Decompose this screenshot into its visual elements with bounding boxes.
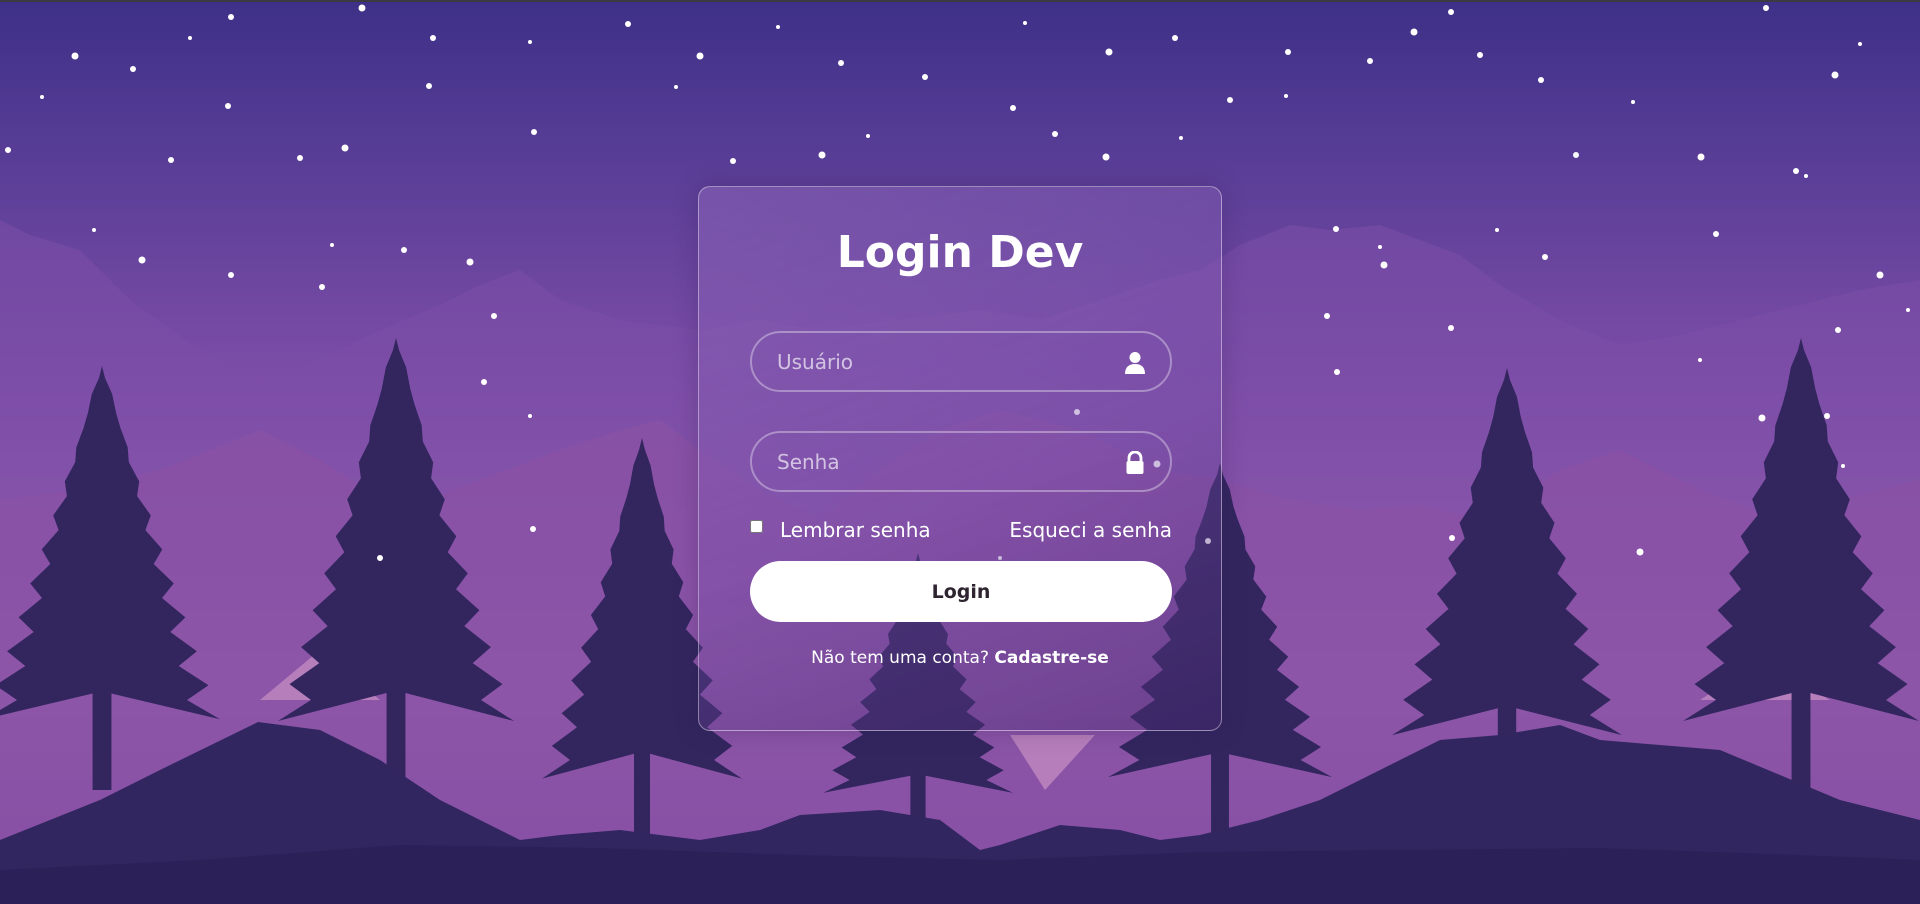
login-card: Login Dev Lembrar senha Esqueci a senha … xyxy=(698,186,1222,731)
star xyxy=(1052,131,1058,137)
star xyxy=(1697,153,1705,161)
star xyxy=(1285,49,1291,55)
star xyxy=(426,83,432,89)
star xyxy=(1835,327,1841,333)
star xyxy=(71,52,79,60)
password-input[interactable] xyxy=(752,433,1170,490)
star xyxy=(1538,77,1544,83)
star xyxy=(228,14,234,20)
star xyxy=(297,155,303,161)
star xyxy=(1824,413,1830,419)
lock-icon xyxy=(1124,450,1146,475)
star xyxy=(1284,94,1288,98)
star xyxy=(1636,548,1644,556)
star xyxy=(1378,245,1382,249)
star xyxy=(401,247,407,253)
star xyxy=(1227,97,1233,103)
star xyxy=(481,379,487,385)
remember-forgot-row: Lembrar senha Esqueci a senha xyxy=(750,515,1172,545)
star xyxy=(358,4,366,12)
star xyxy=(838,60,844,66)
star xyxy=(330,243,334,247)
star xyxy=(1876,271,1884,279)
star xyxy=(1023,21,1027,25)
star xyxy=(1858,42,1862,46)
star xyxy=(341,144,349,152)
star xyxy=(1763,5,1769,11)
star xyxy=(1334,369,1340,375)
star xyxy=(430,35,436,41)
star xyxy=(1477,52,1483,58)
star xyxy=(1804,174,1808,178)
star xyxy=(922,74,928,80)
star xyxy=(228,272,234,278)
star xyxy=(1333,226,1339,232)
remember-label: Lembrar senha xyxy=(780,518,931,542)
register-prompt-text: Não tem uma conta? xyxy=(811,648,989,668)
star xyxy=(1179,136,1183,140)
forgot-password-link[interactable]: Esqueci a senha xyxy=(1009,515,1172,545)
star xyxy=(625,21,631,27)
login-title: Login Dev xyxy=(836,227,1084,278)
star xyxy=(1448,9,1454,15)
star xyxy=(1841,464,1845,468)
star xyxy=(1410,28,1418,36)
star xyxy=(1631,100,1635,104)
star xyxy=(1831,71,1839,79)
star xyxy=(168,157,174,163)
star xyxy=(530,526,536,532)
password-field[interactable] xyxy=(750,431,1172,492)
star xyxy=(696,52,704,60)
star xyxy=(1698,358,1702,362)
star xyxy=(1542,254,1548,260)
star xyxy=(1324,313,1330,319)
star xyxy=(1573,152,1579,158)
register-link[interactable]: Cadastre-se xyxy=(994,648,1108,668)
login-button[interactable]: Login xyxy=(750,561,1172,622)
star xyxy=(1793,168,1799,174)
star xyxy=(319,284,325,290)
username-input[interactable] xyxy=(752,333,1170,390)
top-border xyxy=(0,0,1920,2)
star xyxy=(528,40,532,44)
user-icon xyxy=(1124,351,1146,375)
star xyxy=(730,158,736,164)
star xyxy=(1713,231,1719,237)
username-field[interactable] xyxy=(750,331,1172,392)
star xyxy=(188,36,192,40)
star xyxy=(92,228,96,232)
star xyxy=(377,555,383,561)
star xyxy=(138,256,146,264)
star xyxy=(1172,35,1178,41)
star xyxy=(866,134,870,138)
star xyxy=(1010,105,1016,111)
star xyxy=(1448,325,1454,331)
star xyxy=(1906,308,1910,312)
star xyxy=(1105,48,1113,56)
star xyxy=(531,129,537,135)
star xyxy=(491,313,497,319)
star xyxy=(1380,261,1388,269)
star xyxy=(1495,228,1499,232)
register-prompt: Não tem uma conta? Cadastre-se xyxy=(699,648,1221,668)
star xyxy=(40,95,44,99)
star xyxy=(225,103,231,109)
star xyxy=(776,25,780,29)
star xyxy=(1449,535,1455,541)
remember-checkbox[interactable] xyxy=(750,520,763,533)
star xyxy=(5,147,11,153)
star xyxy=(1758,414,1766,422)
star xyxy=(130,66,136,72)
star xyxy=(528,414,532,418)
star xyxy=(818,151,826,159)
star xyxy=(674,85,678,89)
star xyxy=(1102,153,1110,161)
star xyxy=(1367,58,1373,64)
star xyxy=(466,258,474,266)
